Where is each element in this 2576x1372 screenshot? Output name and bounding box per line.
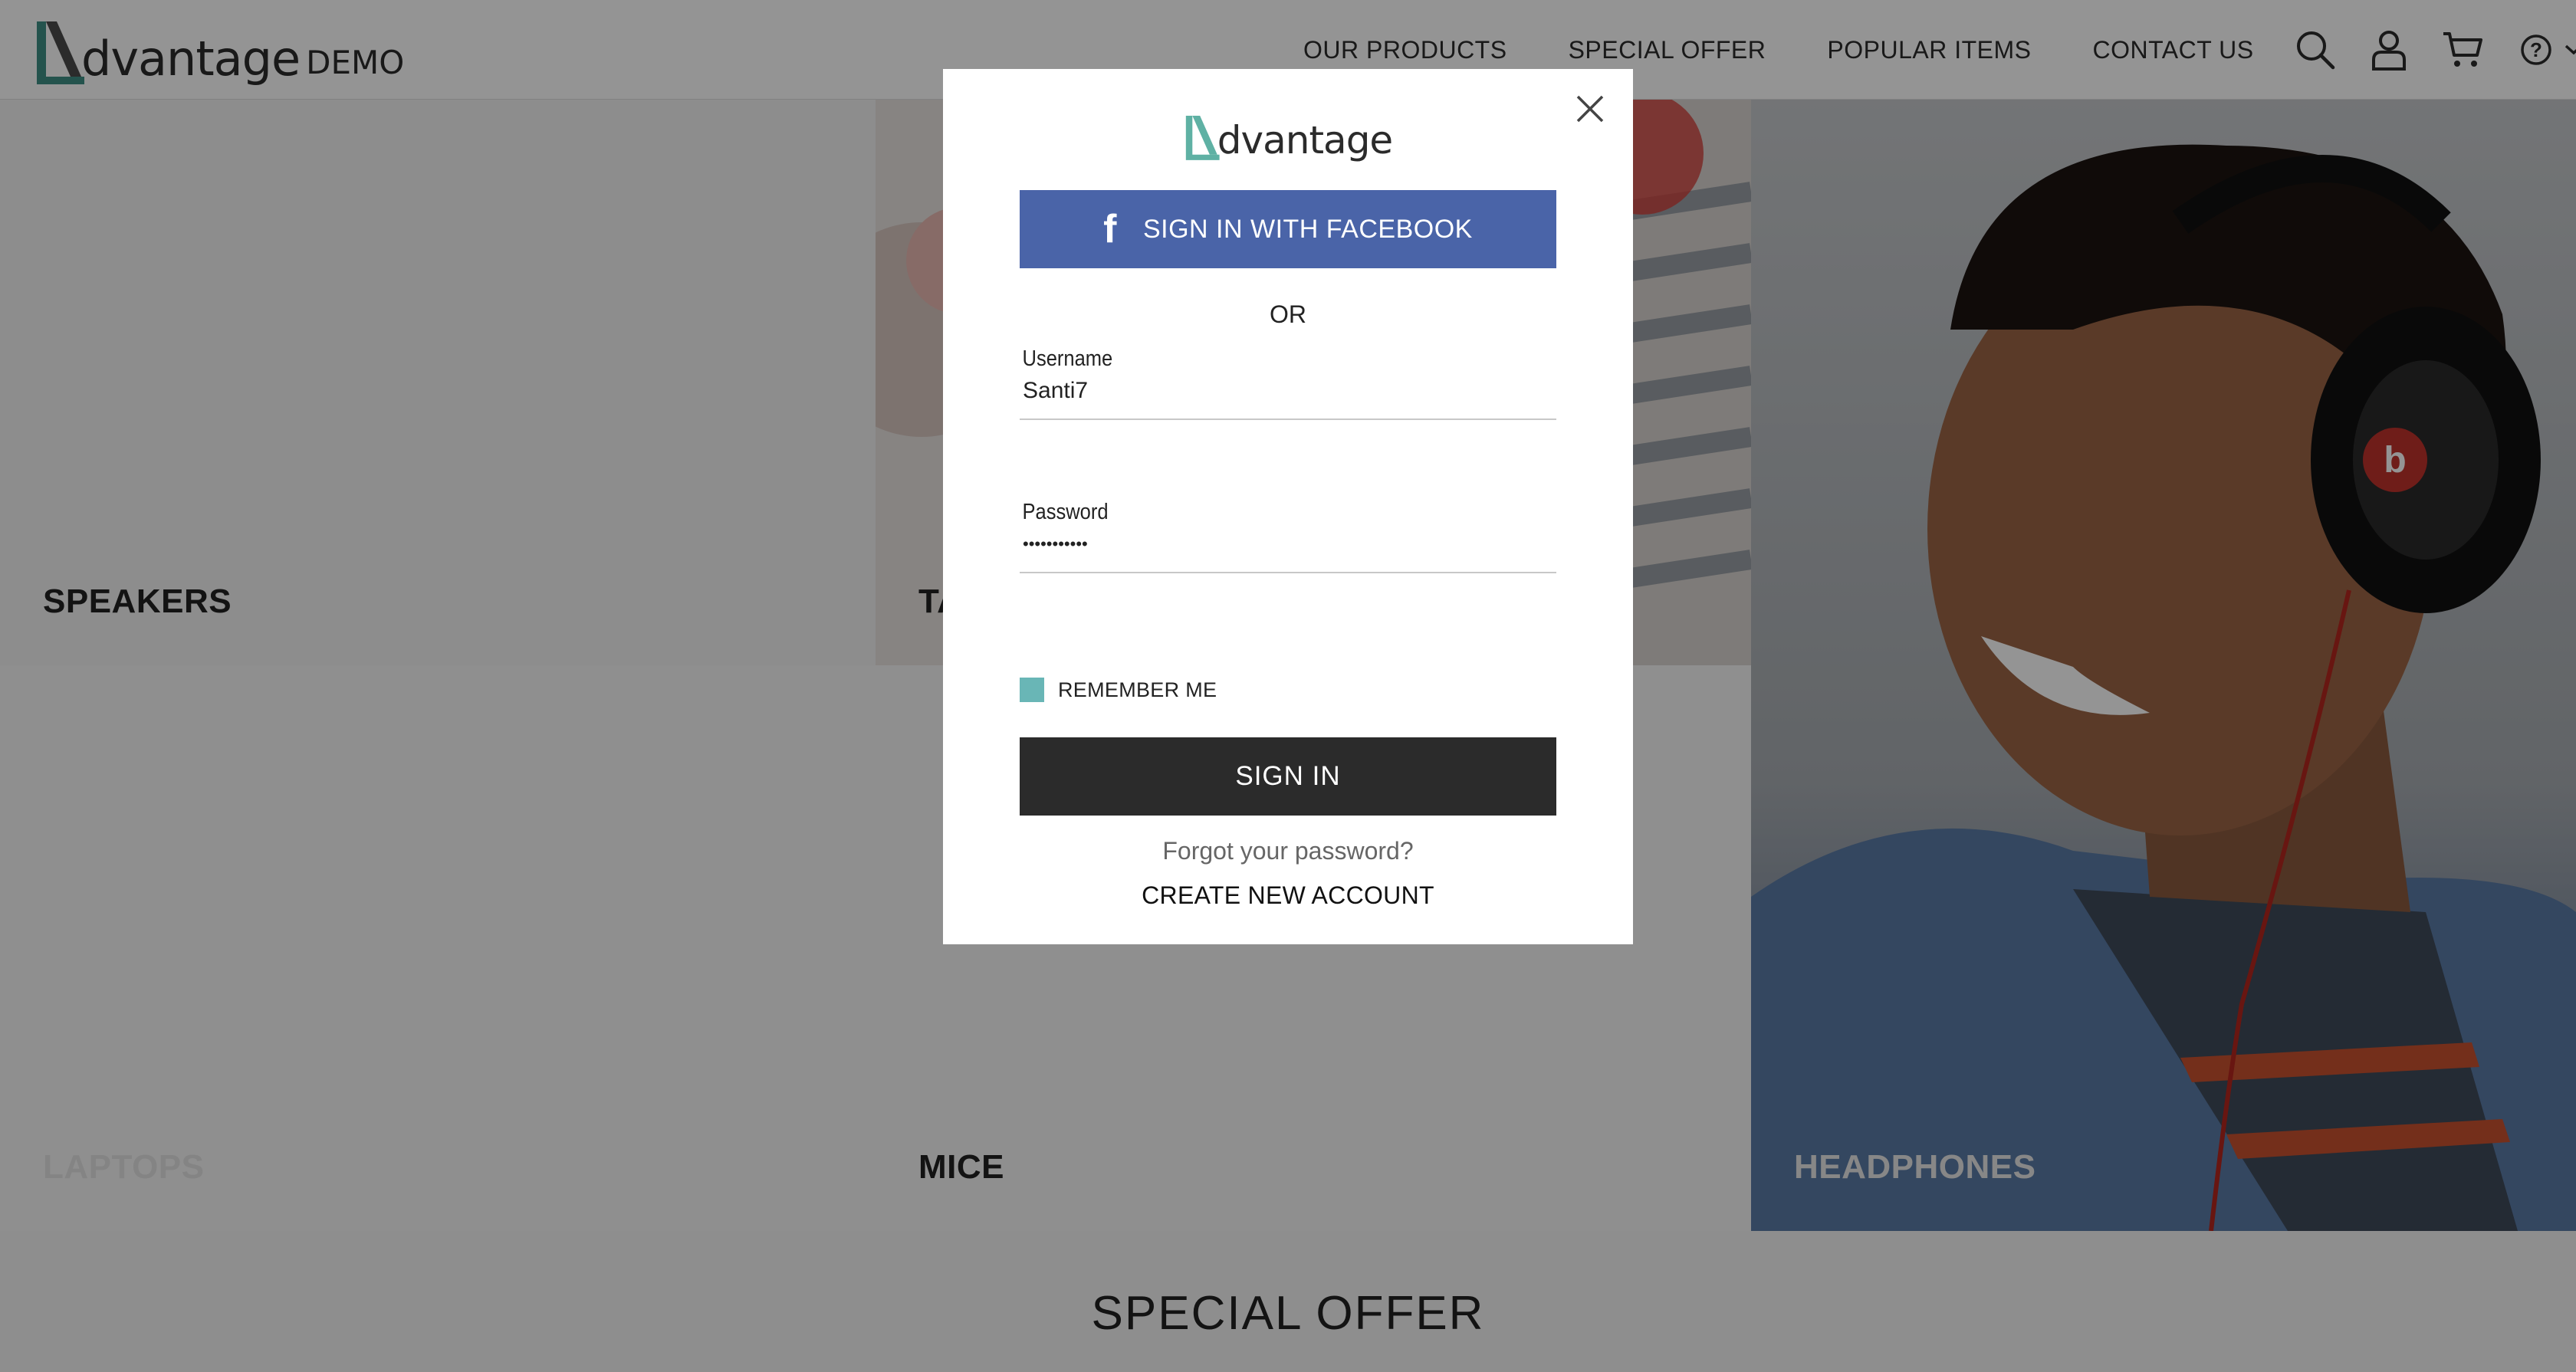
username-input[interactable] xyxy=(1020,376,1549,405)
username-field: Username xyxy=(1020,346,1556,420)
or-divider: OR xyxy=(1270,300,1306,328)
modal-logo: dvantage xyxy=(943,104,1633,166)
create-account-link[interactable]: CREATE NEW ACCOUNT xyxy=(943,881,1633,910)
facebook-signin-button[interactable]: f SIGN IN WITH FACEBOOK xyxy=(1020,190,1556,268)
advantage-logo-mark-icon xyxy=(1185,115,1220,160)
remember-me-checkbox[interactable] xyxy=(1020,678,1044,702)
forgot-password-link[interactable]: Forgot your password? xyxy=(943,837,1633,865)
password-input[interactable] xyxy=(1020,530,1549,559)
login-modal: dvantage f SIGN IN WITH FACEBOOK OR User… xyxy=(943,69,1633,944)
facebook-signin-label: SIGN IN WITH FACEBOOK xyxy=(1142,214,1473,244)
remember-me: REMEMBER ME xyxy=(1020,676,1217,704)
modal-logo-word: dvantage xyxy=(1217,118,1393,162)
remember-me-label[interactable]: REMEMBER ME xyxy=(1058,678,1217,702)
facebook-icon: f xyxy=(1103,207,1117,251)
password-label: Password xyxy=(1022,500,1109,524)
signin-button[interactable]: SIGN IN xyxy=(1020,737,1556,816)
username-label: Username xyxy=(1022,346,1113,371)
password-field: Password xyxy=(1020,500,1556,573)
